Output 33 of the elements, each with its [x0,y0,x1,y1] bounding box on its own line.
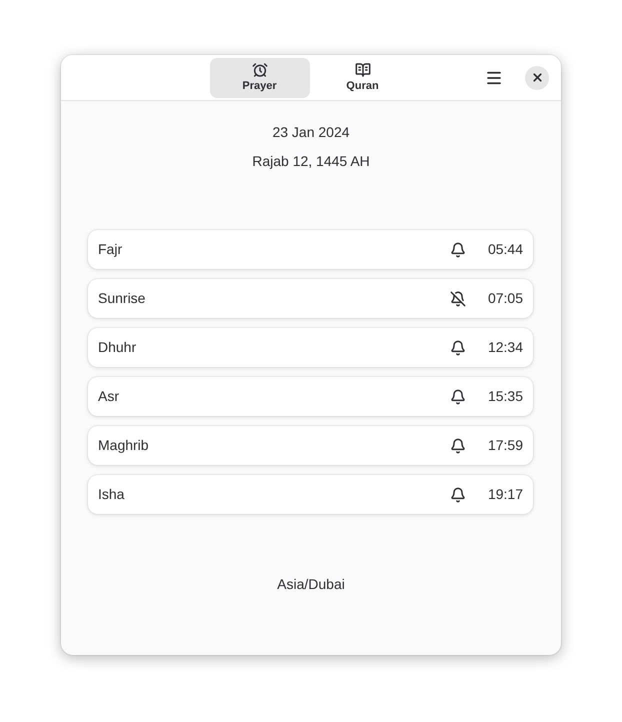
notification-toggle[interactable] [449,240,467,258]
prayer-time: 07:05 [486,289,523,308]
bell-icon [450,438,466,454]
bell-icon [450,242,466,258]
prayer-time: 05:44 [486,240,523,259]
notification-toggle[interactable] [449,436,467,454]
notification-toggle[interactable] [449,388,467,406]
timezone-label: Asia/Dubai [277,575,345,594]
open-book-icon [354,62,370,78]
close-button[interactable] [525,66,549,90]
alarm-clock-icon [252,62,268,78]
prayer-name: Asr [98,387,120,406]
notification-toggle[interactable] [449,290,467,308]
view-tab[interactable]: Prayer [210,58,310,98]
prayer-name: Maghrib [98,436,150,455]
bell-icon [450,388,466,404]
notification-toggle[interactable] [449,338,467,356]
bell-off-icon [450,290,466,306]
prayer-name: Sunrise [98,289,146,308]
bell-icon [450,340,466,356]
notification-toggle[interactable] [449,486,467,504]
view-tab[interactable]: Quran [312,58,412,98]
bell-icon [450,486,466,502]
prayer-time: 17:59 [486,436,523,455]
prayer-name: Isha [98,485,126,504]
prayer-name: Dhuhr [98,338,138,357]
gregorian-date: 23 Jan 2024 [272,123,350,142]
prayer-name: Fajr [98,240,124,259]
prayer-time: 15:35 [486,387,523,406]
prayer-time: 12:34 [486,338,523,357]
hijri-date: Rajab 12, 1445 AH [252,152,370,171]
close-icon [530,71,544,84]
prayer-time: 19:17 [486,485,523,504]
